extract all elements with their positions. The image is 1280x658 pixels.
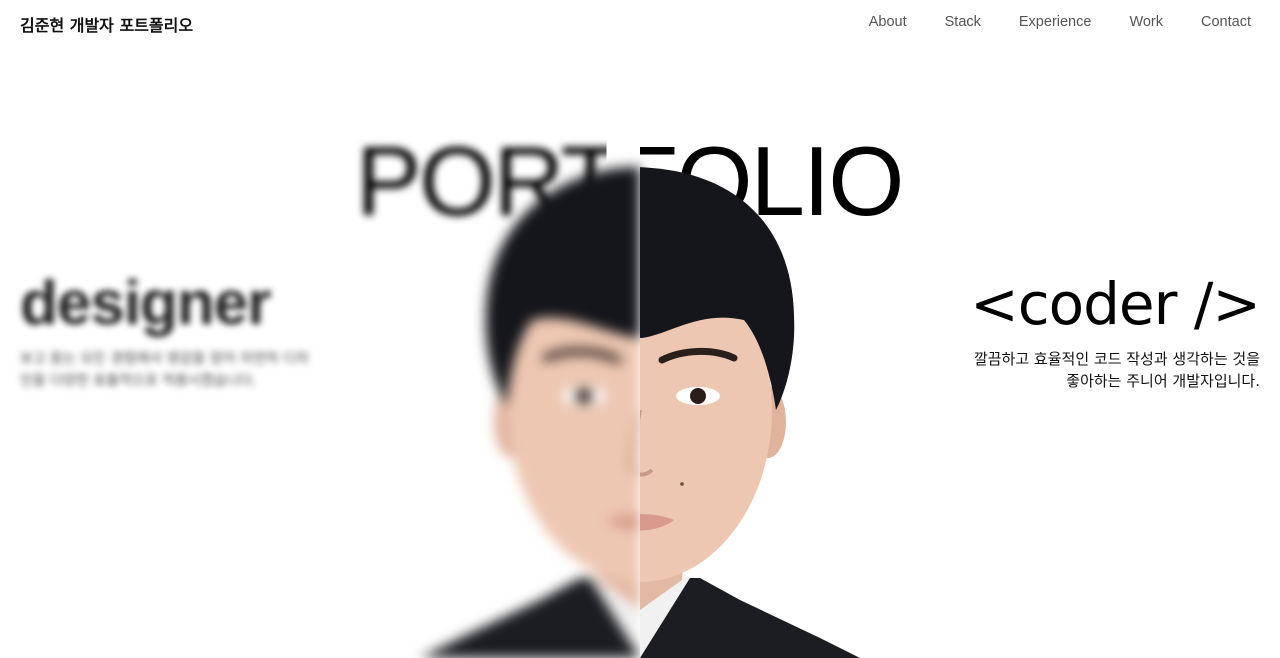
portrait-illustration-right bbox=[640, 167, 860, 658]
designer-heading: designer bbox=[20, 269, 271, 338]
coder-heading: <coder /> bbox=[970, 270, 1261, 338]
portrait-sharp-half bbox=[640, 160, 860, 658]
coder-description-line-1: 깔끔하고 효율적인 코드 작성과 생각하는 것을 bbox=[973, 350, 1260, 368]
coder-description-line-2: 좋아하는 주니어 개발자입니다. bbox=[1066, 372, 1260, 390]
designer-description: 보고 듣는 모든 경험에서 영감을 얻어 자연히 디자인을 다양한 효율적으로 … bbox=[20, 351, 309, 389]
coder-description: 깔끔하고 효율적인 코드 작성과 생각하는 것을 좋아하는 주니어 개발자입니다… bbox=[920, 348, 1260, 392]
designer-block: designer 보고 듣는 모든 경험에서 영감을 얻어 자연히 디자인을 다… bbox=[20, 268, 340, 392]
hero-section: PORTFOLIO PORTFOLIO bbox=[0, 0, 1280, 658]
profile-portrait bbox=[420, 160, 860, 658]
coder-block: <coder /> 깔끔하고 효율적인 코드 작성과 생각하는 것을 좋아하는 … bbox=[920, 268, 1261, 392]
portrait-illustration-left bbox=[420, 167, 640, 658]
portrait-blurred-half bbox=[420, 160, 640, 658]
